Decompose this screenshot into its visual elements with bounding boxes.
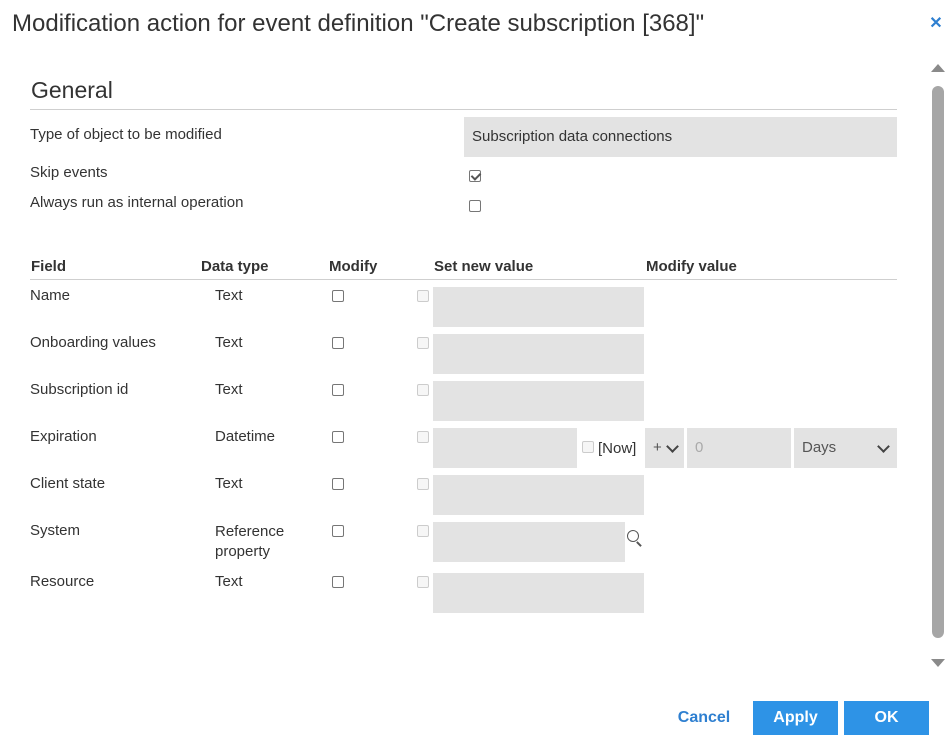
chevron-down-icon bbox=[877, 440, 890, 453]
now-checkbox bbox=[582, 441, 594, 453]
field-type: Text bbox=[215, 381, 243, 398]
set-null-checkbox bbox=[417, 576, 429, 588]
value-input bbox=[433, 381, 644, 421]
field-type: Text bbox=[215, 287, 243, 304]
section-title-general: General bbox=[31, 77, 113, 103]
now-label: [Now] bbox=[598, 440, 637, 457]
object-type-field: Subscription data connections bbox=[464, 117, 897, 157]
set-null-checkbox bbox=[417, 431, 429, 443]
datetime-input bbox=[433, 428, 577, 468]
set-null-checkbox bbox=[417, 525, 429, 537]
modify-checkbox[interactable] bbox=[332, 384, 344, 396]
field-name: Onboarding values bbox=[30, 334, 156, 351]
header-set-new-value: Set new value bbox=[434, 258, 534, 275]
set-null-checkbox bbox=[417, 384, 429, 396]
scroll-up-arrow-icon[interactable] bbox=[931, 64, 945, 72]
value-input bbox=[433, 573, 644, 613]
modify-checkbox[interactable] bbox=[332, 478, 344, 490]
modify-checkbox[interactable] bbox=[332, 337, 344, 349]
internal-op-label: Always run as internal operation bbox=[30, 194, 244, 211]
scroll-down-arrow-icon[interactable] bbox=[931, 659, 945, 667]
field-type: Datetime bbox=[215, 428, 276, 445]
header-modify: Modify bbox=[329, 258, 378, 275]
header-field: Field bbox=[31, 258, 67, 275]
scrollbar-thumb[interactable] bbox=[932, 86, 944, 638]
header-data-type: Data type bbox=[201, 258, 269, 275]
object-type-label: Type of object to be modified bbox=[30, 126, 222, 143]
skip-events-label: Skip events bbox=[30, 164, 108, 181]
amount-input: 0 bbox=[687, 428, 791, 468]
modify-checkbox[interactable] bbox=[332, 290, 344, 302]
close-icon[interactable]: ✕ bbox=[928, 16, 944, 32]
modify-checkbox[interactable] bbox=[332, 576, 344, 588]
field-name: Client state bbox=[30, 475, 106, 492]
dialog-title: Modification action for event definition… bbox=[12, 10, 705, 37]
unit-value: Days bbox=[802, 439, 837, 456]
field-type: Reference property bbox=[215, 523, 285, 560]
field-type: Text bbox=[215, 334, 243, 351]
field-type: Text bbox=[215, 573, 243, 590]
table-header-divider bbox=[30, 279, 897, 280]
modify-checkbox[interactable] bbox=[332, 525, 344, 537]
field-name: Subscription id bbox=[30, 381, 129, 398]
chevron-down-icon bbox=[666, 440, 679, 453]
set-null-checkbox bbox=[417, 478, 429, 490]
section-divider bbox=[30, 109, 897, 110]
set-null-checkbox bbox=[417, 290, 429, 302]
reference-input bbox=[433, 522, 625, 562]
skip-events-checkbox[interactable] bbox=[469, 170, 481, 182]
ok-button[interactable]: OK bbox=[844, 701, 929, 735]
value-input bbox=[433, 287, 644, 327]
field-name: Name bbox=[30, 287, 71, 304]
field-name: Resource bbox=[30, 573, 95, 590]
cancel-button[interactable]: Cancel bbox=[672, 701, 736, 735]
operator-value: + bbox=[653, 439, 662, 456]
search-icon[interactable] bbox=[627, 530, 643, 547]
unit-select: Days bbox=[794, 428, 897, 468]
modify-checkbox[interactable] bbox=[332, 431, 344, 443]
field-name: Expiration bbox=[30, 428, 97, 445]
set-null-checkbox bbox=[417, 337, 429, 349]
value-input bbox=[433, 475, 644, 515]
field-name: System bbox=[30, 522, 81, 539]
apply-button[interactable]: Apply bbox=[753, 701, 838, 735]
field-type: Text bbox=[215, 475, 243, 492]
value-input bbox=[433, 334, 644, 374]
header-modify-value: Modify value bbox=[646, 258, 737, 275]
internal-op-checkbox[interactable] bbox=[469, 200, 481, 212]
operator-select: + bbox=[645, 428, 684, 468]
